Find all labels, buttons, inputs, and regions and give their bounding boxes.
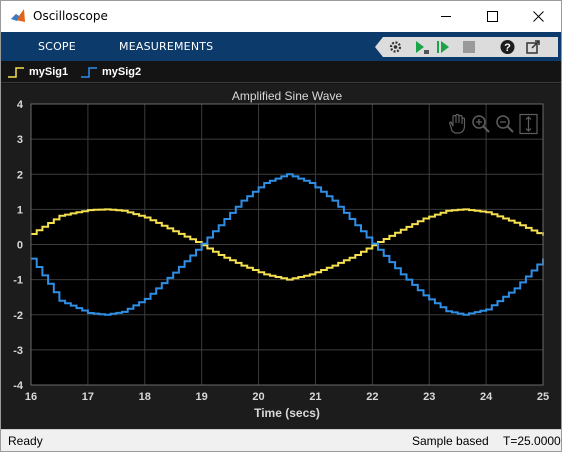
tab-measurements[interactable]: MEASUREMENTS — [119, 40, 213, 53]
legend-label: mySig2 — [102, 66, 142, 78]
settings-icon[interactable] — [387, 39, 404, 55]
x-tick-labels: 16 17 18 19 20 21 22 23 24 25 — [25, 391, 549, 403]
legend: mySig1 mySig2 — [1, 61, 561, 83]
step-line-swatch-icon — [81, 67, 97, 78]
help-icon[interactable]: ? — [499, 39, 516, 55]
minimize-button[interactable] — [423, 1, 469, 32]
matlab-logo-icon — [11, 9, 25, 22]
title-bar: Oscilloscope — [1, 1, 561, 32]
y-tick-labels: -4 -3 -2 -1 0 1 2 3 4 — [13, 99, 24, 392]
status-bar: Ready Sample based T=25.0000 — [1, 429, 561, 451]
x-tick-label: 22 — [366, 391, 378, 403]
step-forward-icon[interactable] — [413, 39, 430, 55]
stop-icon[interactable] — [461, 39, 478, 55]
x-tick-label: 24 — [480, 391, 493, 403]
x-axis-label: Time (secs) — [254, 406, 320, 420]
window-title: Oscilloscope — [33, 9, 108, 23]
svg-text:?: ? — [504, 42, 511, 54]
x-tick-label: 25 — [537, 391, 549, 403]
y-tick-label: 2 — [17, 169, 23, 181]
close-button[interactable] — [515, 1, 561, 32]
maximize-icon — [486, 11, 498, 22]
maximize-button[interactable] — [469, 1, 515, 32]
legend-item-mysig2[interactable]: mySig2 — [80, 64, 141, 80]
y-tick-label: -3 — [13, 345, 23, 357]
undock-icon[interactable] — [525, 39, 542, 55]
x-tick-label: 21 — [309, 391, 321, 403]
tab-scope[interactable]: SCOPE — [38, 40, 76, 53]
plot-area: -4 -3 -2 -1 0 1 2 3 4 16 17 18 19 20 21 22 23 24 25 Ampli… — [1, 84, 561, 429]
chart-title: Amplified Sine Wave — [232, 89, 343, 103]
simulation-time-text: T=25.0000 — [503, 434, 561, 448]
step-line-swatch-icon — [8, 67, 24, 78]
toolstrip: SCOPE MEASUREMENTS ? — [1, 32, 561, 61]
y-tick-label: 3 — [17, 134, 23, 146]
legend-label: mySig1 — [29, 66, 69, 78]
y-tick-label: -2 — [13, 310, 23, 322]
close-icon — [532, 11, 544, 22]
x-tick-label: 20 — [252, 391, 264, 403]
scope-axes[interactable]: -4-3-2-101234 16 17 18 19 20 21 22 23 24 25 Ampli… — [1, 84, 561, 429]
y-tick-label: -1 — [13, 275, 23, 287]
y-tick-label: -4 — [13, 380, 24, 392]
y-tick-label: 0 — [17, 240, 23, 252]
y-tick-label: 1 — [17, 204, 23, 216]
x-tick-label: 19 — [196, 391, 208, 403]
quick-access-toolbar: ? — [375, 37, 558, 57]
x-tick-label: 17 — [82, 391, 94, 403]
x-tick-label: 23 — [423, 391, 435, 403]
x-tick-label: 18 — [139, 391, 151, 403]
y-tick-label: 4 — [17, 99, 24, 111]
oscilloscope-window: Oscilloscope SCOPE MEASUREMENTS ? mySig1… — [0, 0, 562, 452]
status-ready-text: Ready — [8, 434, 43, 448]
sample-mode-text: Sample based — [412, 434, 489, 448]
minimize-icon — [440, 16, 451, 17]
x-tick-label: 16 — [25, 391, 37, 403]
run-icon[interactable] — [435, 39, 452, 55]
legend-item-mysig1[interactable]: mySig1 — [7, 64, 68, 80]
